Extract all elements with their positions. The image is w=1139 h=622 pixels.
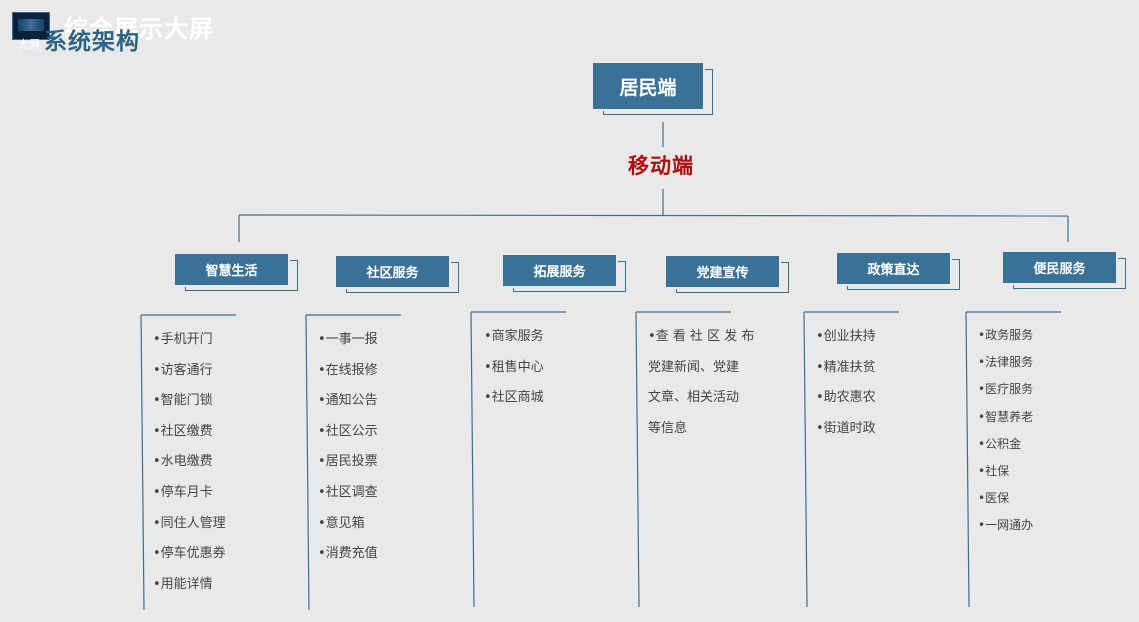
thumbnail-label: 大屏: [18, 38, 40, 51]
bracket-side: [635, 311, 640, 608]
category-label: 党建宣传: [666, 256, 779, 287]
list-item: 等信息: [648, 420, 688, 436]
list-item: •助农惠农: [816, 390, 876, 406]
category-node: 拓展服务: [503, 255, 626, 292]
list-item: •商家服务: [484, 329, 544, 344]
list-item: •社区缴费: [153, 423, 213, 439]
item-list: •政务服务 •法律服务 •医疗服务 •智慧养老 •公积金 •社保 •医保 •一网…: [978, 322, 1033, 540]
category-label: 拓展服务: [503, 255, 616, 286]
bracket-side: [803, 311, 808, 608]
root-node-label: 居民端: [593, 63, 703, 109]
category-label: 社区服务: [336, 256, 449, 287]
list-item: •在线报修: [318, 362, 378, 378]
list-item: •公积金: [978, 436, 1022, 451]
list-item: •街道时政: [816, 420, 876, 436]
list-item: •用能详情: [153, 576, 213, 592]
list-item: •意见箱: [318, 515, 365, 531]
category-node: 便民服务: [1003, 252, 1126, 289]
list-item: •精准扶贫: [816, 359, 876, 375]
category-label: 便民服务: [1003, 252, 1116, 283]
list-item: •政务服务: [978, 328, 1034, 342]
bracket-side: [965, 311, 970, 608]
bracket-side: [140, 314, 145, 611]
list-item: •医疗服务: [978, 382, 1034, 397]
list-item: •智慧养老: [978, 409, 1034, 424]
list-item: •社区公示: [318, 423, 378, 439]
mobile-label: 移动端: [628, 154, 694, 178]
list-item: •查 看 社 区 发 布: [648, 329, 755, 344]
page-title: 系统架构: [44, 29, 140, 55]
list-item: •手机开门: [153, 332, 213, 347]
root-node: 居民端: [593, 63, 713, 115]
list-item: •社区调查: [318, 484, 378, 500]
list-item: •同住人管理: [153, 515, 226, 531]
list-item: •社保: [978, 463, 1010, 478]
list-item: •停车优惠券: [153, 546, 226, 562]
list-item: •消费充值: [318, 546, 378, 562]
item-list: •一事一报 •在线报修 •通知公告 •社区公示 •居民投票 •社区调查 •意见箱…: [318, 325, 378, 570]
item-list: •查 看 社 区 发 布 党建新闻、党建 文章、相关活动 等信息: [648, 322, 754, 444]
list-item: •租售中心: [484, 359, 544, 375]
list-item: •一事一报: [318, 332, 378, 347]
category-node: 政策直达: [837, 253, 960, 290]
category-node: 社区服务: [336, 256, 459, 293]
bracket-side: [305, 314, 310, 611]
category-label: 智慧生活: [175, 254, 288, 285]
category-node: 党建宣传: [666, 256, 789, 293]
category-label: 政策直达: [837, 253, 950, 284]
list-item: •水电缴费: [153, 454, 213, 470]
bracket-side: [470, 311, 475, 608]
list-item: 文章、相关活动: [648, 390, 740, 406]
list-item: •智能门锁: [153, 393, 213, 409]
list-item: •创业扶持: [816, 329, 876, 344]
list-item: •医保: [978, 491, 1010, 506]
list-item: •一网通办: [978, 518, 1034, 533]
item-list: •商家服务 •租售中心 •社区商城: [484, 322, 544, 414]
item-list: •创业扶持 •精准扶贫 •助农惠农 •街道时政: [816, 322, 876, 444]
bus-line: [238, 214, 1069, 217]
list-item: 党建新闻、党建: [648, 359, 740, 375]
item-list: •手机开门 •访客通行 •智能门锁 •社区缴费 •水电缴费 •停车月卡 •同住人…: [153, 325, 226, 600]
category-node: 智慧生活: [175, 254, 298, 291]
list-item: •法律服务: [978, 355, 1034, 370]
list-item: •停车月卡: [153, 484, 213, 500]
list-item: •访客通行: [153, 362, 213, 378]
list-item: •居民投票: [318, 454, 378, 470]
list-item: •社区商城: [484, 390, 544, 405]
list-item: •通知公告: [318, 393, 378, 409]
